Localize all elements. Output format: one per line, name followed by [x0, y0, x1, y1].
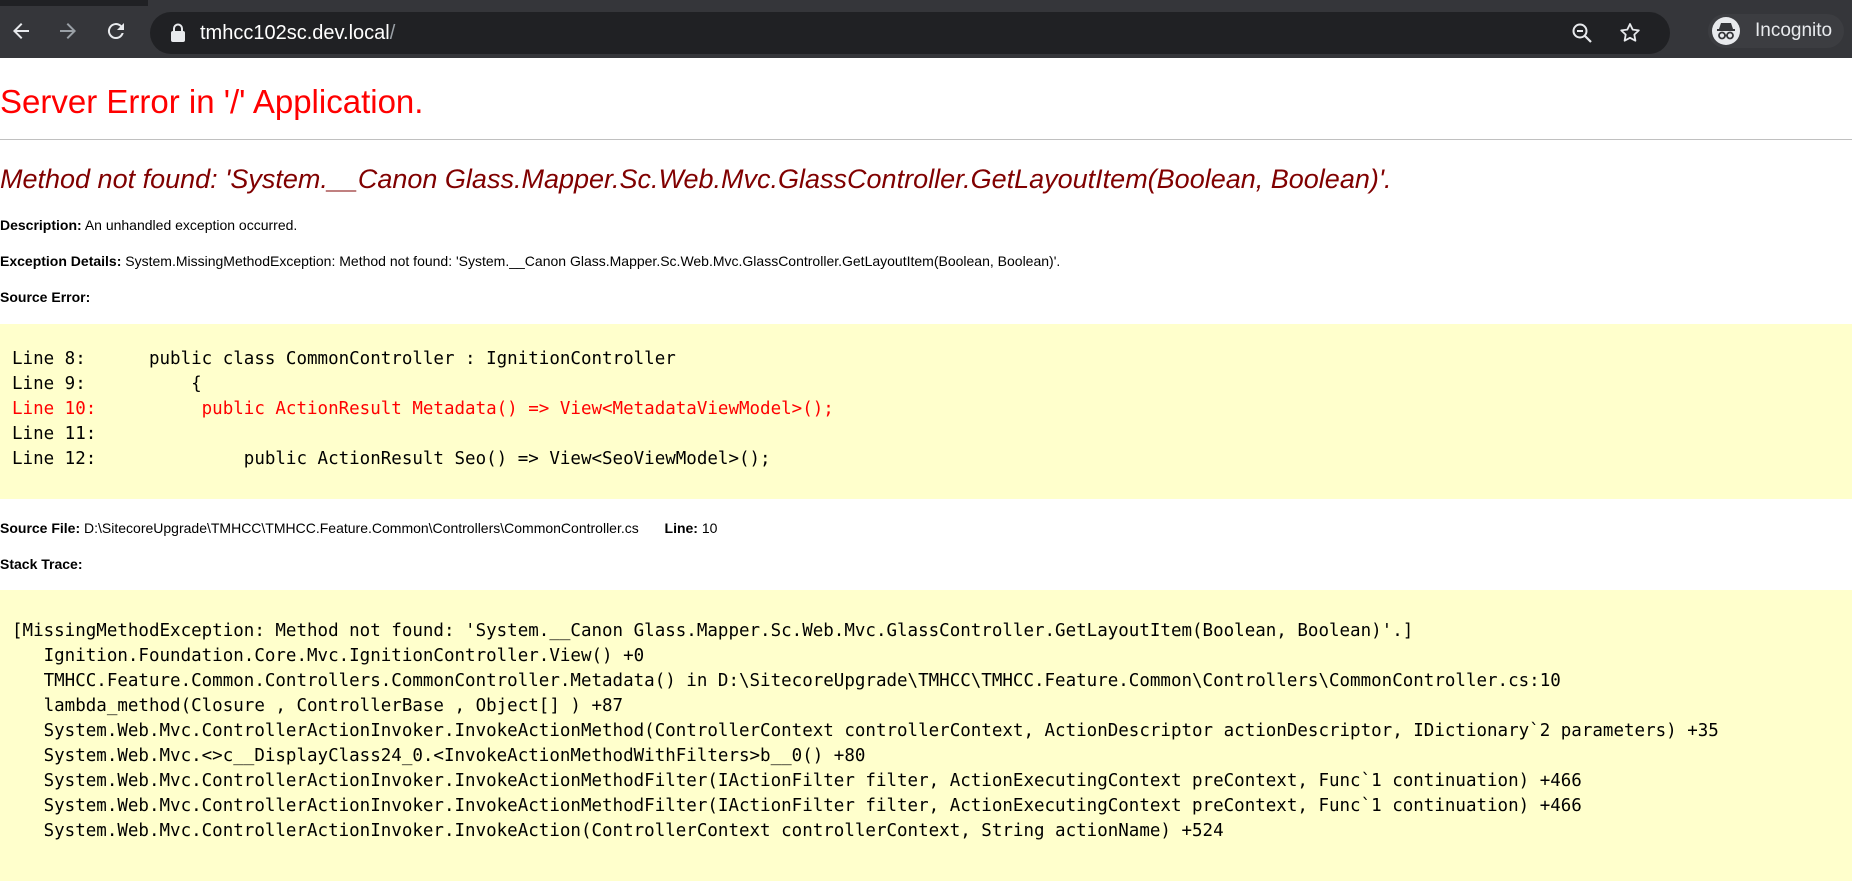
- error-subtitle: Method not found: 'System.__Canon Glass.…: [0, 164, 1392, 194]
- stack-line: System.Web.Mvc.ControllerActionInvoker.I…: [12, 721, 1719, 741]
- back-button[interactable]: [4, 14, 38, 48]
- back-arrow-icon: [13, 23, 29, 39]
- title-divider: [0, 139, 1852, 140]
- source-line: Line 8: public class CommonController : …: [12, 349, 676, 369]
- source-line: Line 11:: [12, 424, 97, 444]
- reload-icon: [107, 23, 124, 40]
- stack-trace-heading: Stack Trace:: [0, 556, 83, 572]
- url-text[interactable]: tmhcc102sc.dev.local/: [200, 22, 395, 44]
- lock-icon[interactable]: [170, 23, 186, 43]
- stack-line: System.Web.Mvc.ControllerActionInvoker.I…: [12, 771, 1582, 791]
- tab-strip: [0, 0, 1852, 6]
- stack-line: System.Web.Mvc.<>c__DisplayClass24_0.<In…: [12, 746, 866, 766]
- source-error-heading: Source Error:: [0, 289, 90, 305]
- zoom-out-icon[interactable]: [1570, 21, 1594, 45]
- stack-line: System.Web.Mvc.ControllerActionInvoker.I…: [12, 821, 1224, 841]
- tab-strip-active: [148, 0, 1852, 6]
- source-line-highlighted: Line 10: public ActionResult Metadata() …: [12, 399, 834, 419]
- stack-trace-label: Stack Trace:: [0, 556, 83, 572]
- reload-button[interactable]: [99, 14, 133, 48]
- stack-line: System.Web.Mvc.ControllerActionInvoker.I…: [12, 796, 1582, 816]
- source-file-line: Source File: D:\SitecoreUpgrade\TMHCC\TM…: [0, 520, 717, 536]
- incognito-label: Incognito: [1755, 20, 1833, 41]
- source-error-label: Source Error:: [0, 289, 91, 305]
- source-file-path: D:\SitecoreUpgrade\TMHCC\TMHCC.Feature.C…: [84, 520, 639, 536]
- stack-trace-code: [MissingMethodException: Method not foun…: [0, 590, 1852, 881]
- stack-line: [MissingMethodException: Method not foun…: [12, 621, 1414, 641]
- exception-details-label: Exception Details:: [0, 253, 122, 269]
- browser-toolbar: tmhcc102sc.dev.local/ Incognito: [0, 0, 1852, 58]
- forward-button[interactable]: [51, 14, 85, 48]
- source-error-code: Line 8: public class CommonController : …: [0, 324, 1852, 499]
- description-text: An unhandled exception occurred.: [84, 217, 298, 233]
- forward-arrow-icon: [60, 23, 76, 39]
- incognito-icon: [1717, 23, 1735, 40]
- source-line: Line 9: {: [12, 374, 202, 394]
- stack-line: Ignition.Foundation.Core.Mvc.IgnitionCon…: [12, 646, 645, 666]
- error-page: Server Error in '/' Application. Method …: [0, 58, 1852, 881]
- stack-line: TMHCC.Feature.Common.Controllers.CommonC…: [12, 671, 1561, 691]
- stack-line: lambda_method(Closure , ControllerBase ,…: [12, 696, 624, 716]
- incognito-profile-button[interactable]: Incognito: [1708, 14, 1844, 48]
- source-line: Line 12: public ActionResult Seo() => Vi…: [12, 449, 771, 469]
- description-line: Description: An unhandled exception occu…: [0, 217, 297, 233]
- page-title: Server Error in '/' Application.: [0, 83, 424, 120]
- description-label: Description:: [0, 217, 82, 233]
- source-file-label: Source File:: [0, 520, 81, 536]
- incognito-avatar: [1712, 17, 1740, 45]
- address-bar[interactable]: tmhcc102sc.dev.local/: [150, 12, 1670, 54]
- line-number: 10: [701, 520, 718, 536]
- exception-details-text: System.MissingMethodException: Method no…: [125, 253, 1061, 269]
- url-host: tmhcc102sc.dev.local: [200, 22, 390, 44]
- line-label: Line:: [664, 520, 698, 536]
- star-icon[interactable]: [1618, 21, 1642, 45]
- url-path: /: [389, 22, 396, 44]
- exception-details-line: Exception Details: System.MissingMethodE…: [0, 253, 1060, 269]
